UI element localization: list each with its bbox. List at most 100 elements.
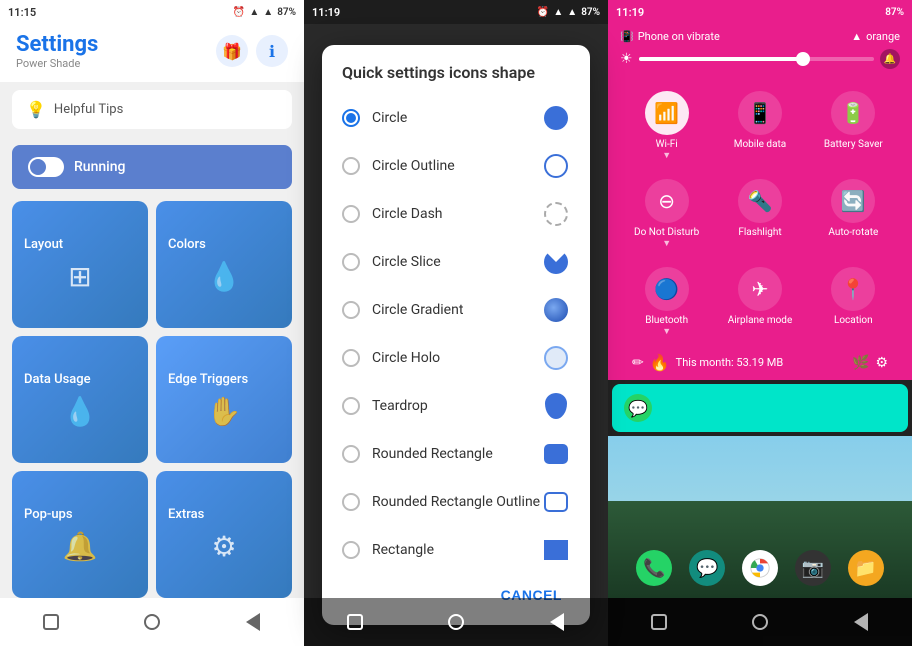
extras-label: Extras xyxy=(168,507,204,522)
layout-label: Layout xyxy=(24,237,63,252)
dock-files-icon[interactable]: 📁 xyxy=(848,550,884,586)
nav-recents-icon xyxy=(43,614,59,630)
extras-card[interactable]: Extras ⚙ xyxy=(156,471,292,598)
layout-card[interactable]: Layout ⊞ xyxy=(12,201,148,328)
qs-notification-whatsapp[interactable]: 💬 xyxy=(612,384,908,432)
running-toggle[interactable]: Running xyxy=(12,145,292,189)
radio-circle-outline[interactable] xyxy=(342,157,360,175)
radio-teardrop[interactable] xyxy=(342,397,360,415)
header-icons: 🎁 ℹ xyxy=(216,35,288,67)
radio-rect[interactable] xyxy=(342,541,360,559)
shape-item-circle-dash[interactable]: Circle Dash xyxy=(330,190,582,238)
nav-back-button[interactable] xyxy=(239,608,267,636)
dnd-tile-icon: ⊖ xyxy=(645,179,689,223)
qs-tile-location[interactable]: 📍 Location xyxy=(807,257,900,345)
status-icons-settings: ⏰ ▲ ▲ 87% xyxy=(233,7,296,18)
qs-tile-flashlight[interactable]: 🔦 Flashlight xyxy=(713,169,806,257)
radio-rounded-rect[interactable] xyxy=(342,445,360,463)
shape-item-circle-gradient[interactable]: Circle Gradient xyxy=(330,286,582,334)
shape-item-rounded-rect[interactable]: Rounded Rectangle xyxy=(330,430,582,478)
lightbulb-icon: 💡 xyxy=(26,100,46,119)
nav-home-button-dialog[interactable] xyxy=(442,608,470,636)
shape-preview-circle-holo xyxy=(542,344,570,372)
wifi-tile-label: Wi-Fi xyxy=(656,139,678,150)
radio-circle-holo[interactable] xyxy=(342,349,360,367)
shape-dialog: Quick settings icons shape Circle Circle… xyxy=(322,45,590,625)
qs-tile-airplane[interactable]: ✈ Airplane mode xyxy=(713,257,806,345)
qs-brightness-bar[interactable] xyxy=(639,57,874,61)
shape-preview-rounded-rect-outline xyxy=(542,488,570,516)
nav-home-button-qs[interactable] xyxy=(746,608,774,636)
gift-button[interactable]: 🎁 xyxy=(216,35,248,67)
info-button[interactable]: ℹ xyxy=(256,35,288,67)
nav-recents-icon-qs xyxy=(651,614,667,630)
dock-chrome-icon[interactable] xyxy=(742,550,778,586)
shape-item-rect[interactable]: Rectangle xyxy=(330,526,582,571)
nav-bar-dialog xyxy=(304,598,608,646)
qs-tile-bluetooth[interactable]: 🔵 Bluetooth ▼ xyxy=(620,257,713,345)
shape-label-rounded-rect: Rounded Rectangle xyxy=(372,446,542,462)
qs-tile-wifi[interactable]: 📶 Wi-Fi ▼ xyxy=(620,81,713,169)
shape-item-rounded-rect-outline[interactable]: Rounded Rectangle Outline xyxy=(330,478,582,526)
nav-home-button[interactable] xyxy=(138,608,166,636)
nav-home-icon xyxy=(144,614,160,630)
nav-recents-button-dialog[interactable] xyxy=(341,608,369,636)
signal-icon-dialog: ▲ xyxy=(567,7,577,18)
popups-card[interactable]: Pop-ups 🔔 xyxy=(12,471,148,598)
auto-rotate-tile-icon: 🔄 xyxy=(831,179,875,223)
qs-operator: ▲ orange xyxy=(851,30,900,43)
shape-preview-circle-slice xyxy=(542,248,570,276)
bluetooth-tile-icon: 🔵 xyxy=(645,267,689,311)
location-tile-icon: 📍 xyxy=(831,267,875,311)
qs-tile-mobile-data[interactable]: 📱 Mobile data xyxy=(713,81,806,169)
qs-brightness-thumb xyxy=(796,52,810,66)
dock-messages-icon[interactable]: 💬 xyxy=(689,550,725,586)
radio-circle[interactable] xyxy=(342,109,360,127)
colors-card[interactable]: Colors 💧 xyxy=(156,201,292,328)
shape-item-circle-outline[interactable]: Circle Outline xyxy=(330,142,582,190)
helpful-tips-row[interactable]: 💡 Helpful Tips xyxy=(12,90,292,129)
signal-bars-icon: ▲ xyxy=(851,30,862,43)
shape-item-circle-slice[interactable]: Circle Slice xyxy=(330,238,582,286)
qs-brightness-row: ☀ 🔔 xyxy=(620,49,900,69)
radio-circle-dash[interactable] xyxy=(342,205,360,223)
radio-circle-gradient[interactable] xyxy=(342,301,360,319)
nav-back-icon-dialog xyxy=(550,613,564,631)
nav-recents-button-qs[interactable] xyxy=(645,608,673,636)
qs-tile-dnd[interactable]: ⊖ Do Not Disturb ▼ xyxy=(620,169,713,257)
status-icons-dialog: ⏰ ▲ ▲ 87% xyxy=(537,7,600,18)
operator-text: orange xyxy=(866,30,900,43)
nav-back-button-dialog[interactable] xyxy=(543,608,571,636)
nav-bar-settings xyxy=(0,598,304,646)
shape-item-circle-holo[interactable]: Circle Holo xyxy=(330,334,582,382)
nav-back-button-qs[interactable] xyxy=(847,608,875,636)
dock-phone-icon[interactable]: 📞 xyxy=(636,550,672,586)
gear-icon[interactable]: ⚙ xyxy=(875,355,888,371)
wifi-icon-dialog: ▲ xyxy=(553,7,563,18)
toggle-switch[interactable] xyxy=(28,157,64,177)
airplane-tile-icon: ✈ xyxy=(738,267,782,311)
wifi-tile-sublabel: ▼ xyxy=(662,150,671,161)
shape-label-rect: Rectangle xyxy=(372,542,542,558)
radio-circle-slice[interactable] xyxy=(342,253,360,271)
status-bar-dialog: 11:19 ⏰ ▲ ▲ 87% xyxy=(304,0,608,24)
dialog-backdrop[interactable]: Quick settings icons shape Circle Circle… xyxy=(304,0,608,646)
shape-item-teardrop[interactable]: Teardrop xyxy=(330,382,582,430)
qs-tile-battery-saver[interactable]: 🔋 Battery Saver xyxy=(807,81,900,169)
shape-preview-rounded-rect xyxy=(542,440,570,468)
qs-tile-auto-rotate[interactable]: 🔄 Auto-rotate xyxy=(807,169,900,257)
radio-rounded-rect-outline[interactable] xyxy=(342,493,360,511)
qs-notification-icon[interactable]: 🔔 xyxy=(880,49,900,69)
edge-triggers-card[interactable]: Edge Triggers ✋ xyxy=(156,336,292,463)
battery-icon: 87% xyxy=(277,7,296,18)
shape-item-circle[interactable]: Circle xyxy=(330,94,582,142)
shape-label-teardrop: Teardrop xyxy=(372,398,542,414)
data-usage-card[interactable]: Data Usage 💧 xyxy=(12,336,148,463)
shape-label-circle-slice: Circle Slice xyxy=(372,254,542,270)
qs-panel-body: 📳 Phone on vibrate ▲ orange ☀ 🔔 📶 Wi-Fi … xyxy=(608,24,912,380)
edge-triggers-label: Edge Triggers xyxy=(168,372,248,387)
nav-recents-button[interactable] xyxy=(37,608,65,636)
data-usage-label: Data Usage xyxy=(24,372,91,387)
extras-icon: ⚙ xyxy=(211,530,236,563)
dock-camera-icon[interactable]: 📷 xyxy=(795,550,831,586)
